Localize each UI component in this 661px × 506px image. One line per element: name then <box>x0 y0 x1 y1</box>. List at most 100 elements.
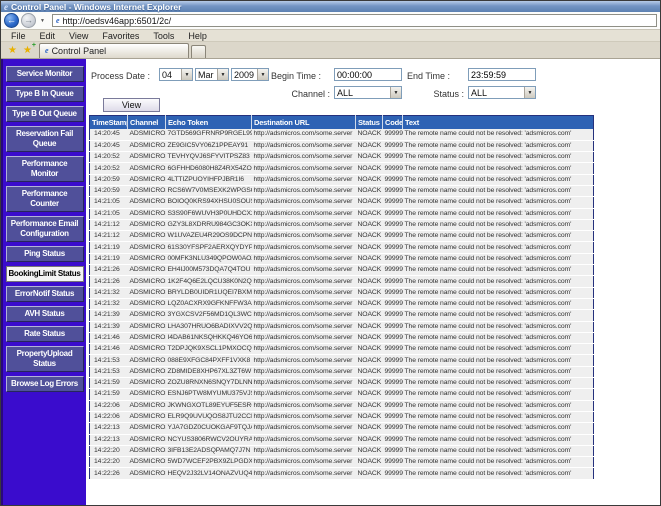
cell-timestamp: 14:20:52 <box>90 163 128 174</box>
recent-pages-dropdown-icon[interactable]: ▼ <box>38 18 47 24</box>
select-arrow-icon[interactable]: ▼ <box>390 87 401 98</box>
table-row: 14:21:32ADSMICROSLQZ0ACXRX9GFKNFFW3ANhtt… <box>90 298 594 309</box>
cell-destination-url: http://adsmicros.com/some.server <box>252 185 356 196</box>
end-time-input[interactable] <box>468 68 536 81</box>
sidebar-button[interactable]: BookingLimit Status <box>6 266 84 282</box>
column-header[interactable]: Status <box>356 116 383 130</box>
cell-status: NOACK <box>356 400 383 411</box>
cell-text: The remote name could not be resolved: '… <box>403 197 594 208</box>
forward-button[interactable]: → <box>21 13 36 28</box>
view-button[interactable]: View <box>103 98 160 112</box>
sidebar-button[interactable]: ErrorNotif Status <box>6 286 84 302</box>
column-header[interactable]: TimeStamp <box>90 116 128 130</box>
select-arrow-icon[interactable]: ▼ <box>217 69 228 80</box>
cell-status: NOACK <box>356 366 383 377</box>
menu-item[interactable]: Tools <box>146 31 181 41</box>
cell-code: 99999 <box>383 332 403 343</box>
select-arrow-icon[interactable]: ▼ <box>181 69 192 80</box>
menu-item[interactable]: View <box>62 31 95 41</box>
cell-destination-url: http://adsmicros.com/some.server <box>252 276 356 287</box>
sidebar-button[interactable]: Performance Email Configuration <box>6 216 84 242</box>
menu-item[interactable]: Help <box>181 31 214 41</box>
cell-status: NOACK <box>356 253 383 264</box>
begin-time-input[interactable] <box>334 68 402 81</box>
address-bar[interactable]: e http://oedsv46app:6501/2c/ <box>52 14 657 27</box>
log-table-body: 14:20:45ADSMICROS7GTD569GFRNRP9RGEL99htt… <box>90 129 594 479</box>
sidebar-button[interactable]: Service Monitor <box>6 66 84 82</box>
cell-text: The remote name could not be resolved: '… <box>403 287 594 298</box>
menu-item[interactable]: Favorites <box>95 31 146 41</box>
cell-echo-token: 4LTTIZPUOYIHFPJBR1I6 <box>166 174 252 185</box>
cell-code: 99999 <box>383 434 403 445</box>
new-tab-button[interactable] <box>191 45 206 58</box>
column-header[interactable]: Echo Token <box>166 116 252 130</box>
add-favorite-plus-glyph: + <box>32 42 36 49</box>
menu-item[interactable]: Edit <box>33 31 63 41</box>
menu-item[interactable]: File <box>4 31 33 41</box>
cell-channel: ADSMICROS <box>128 152 166 163</box>
title-bar: e Control Panel - Windows Internet Explo… <box>1 1 660 12</box>
tab-page-icon: e <box>45 47 49 55</box>
cell-text: The remote name could not be resolved: '… <box>403 389 594 400</box>
table-row: 14:20:59ADSMICROSRCS6W7V0MSEXK2WPGSC6htt… <box>90 185 594 196</box>
cell-status: NOACK <box>356 174 383 185</box>
cell-channel: ADSMICROS <box>128 310 166 321</box>
cell-code: 99999 <box>383 287 403 298</box>
cell-timestamp: 14:20:59 <box>90 174 128 185</box>
cell-code: 99999 <box>383 242 403 253</box>
add-favorite-icon[interactable]: ★+ <box>20 43 35 58</box>
address-url[interactable]: http://oedsv46app:6501/2c/ <box>63 16 172 26</box>
cell-echo-token: 7GTD569GFRNRP9RGEL99 <box>166 129 252 140</box>
cell-echo-token: BRYLDB0UIDR1UQEI7BXM <box>166 287 252 298</box>
sidebar-button[interactable]: PropertyUpload Status <box>6 346 84 372</box>
cell-text: The remote name could not be resolved: '… <box>403 344 594 355</box>
select-arrow-icon[interactable]: ▼ <box>257 69 268 80</box>
cell-status: NOACK <box>356 344 383 355</box>
process-month-select[interactable]: Mar ▼ <box>195 68 229 81</box>
favorites-icon[interactable]: ★ <box>5 43 20 58</box>
sidebar-button[interactable]: Performance Monitor <box>6 156 84 182</box>
cell-status: NOACK <box>356 423 383 434</box>
column-header[interactable]: Code <box>383 116 403 130</box>
process-day-select[interactable]: 04 ▼ <box>159 68 193 81</box>
cell-status: NOACK <box>356 434 383 445</box>
cell-channel: ADSMICROS <box>128 321 166 332</box>
cell-timestamp: 14:21:46 <box>90 344 128 355</box>
sidebar-button[interactable]: Type B Out Queue <box>6 106 84 122</box>
table-row: 14:21:19ADSMICROS61S30YFSPF2AERXQYDYPhtt… <box>90 242 594 253</box>
cell-echo-token: TEVHYQVJ6SFYVITPSZ83 <box>166 152 252 163</box>
cell-echo-token: 088E9XFGC84PXFF1VXK8 <box>166 355 252 366</box>
tab-control-panel[interactable]: e Control Panel <box>39 43 189 58</box>
cell-destination-url: http://adsmicros.com/some.server <box>252 366 356 377</box>
sidebar-button[interactable]: Reservation Fail Queue <box>6 126 84 152</box>
sidebar-button[interactable]: Rate Status <box>6 326 84 342</box>
column-header[interactable]: Destination URL <box>252 116 356 130</box>
cell-channel: ADSMICROS <box>128 366 166 377</box>
column-header[interactable]: Channel <box>128 116 166 130</box>
status-select[interactable]: ALL ▼ <box>468 86 536 99</box>
cell-text: The remote name could not be resolved: '… <box>403 219 594 230</box>
sidebar-button[interactable]: Performance Counter <box>6 186 84 212</box>
select-arrow-icon[interactable]: ▼ <box>524 87 535 98</box>
back-button[interactable]: ← <box>4 13 19 28</box>
sidebar-button[interactable]: Browse Log Errors <box>6 376 84 392</box>
sidebar-button[interactable]: Type B In Queue <box>6 86 84 102</box>
cell-echo-token: ELR9Q9UVUQOS8JTU2CCR <box>166 411 252 422</box>
cell-echo-token: 6GFHHD6080H8Z4RX54ZO <box>166 163 252 174</box>
cell-destination-url: http://adsmicros.com/some.server <box>252 174 356 185</box>
cell-timestamp: 14:22:06 <box>90 411 128 422</box>
cell-timestamp: 14:22:26 <box>90 468 128 479</box>
column-header[interactable]: Text <box>403 116 594 130</box>
cell-text: The remote name could not be resolved: '… <box>403 163 594 174</box>
table-row: 14:21:53ADSMICROS088E9XFGC84PXFF1VXK8htt… <box>90 355 594 366</box>
process-year-select[interactable]: 2009 ▼ <box>231 68 269 81</box>
cell-code: 99999 <box>383 411 403 422</box>
sidebar-button[interactable]: AVH Status <box>6 306 84 322</box>
sidebar-button[interactable]: Ping Status <box>6 246 84 262</box>
table-row: 14:21:46ADSMICROST2DPJQK9XSCL1PMXOCQLhtt… <box>90 344 594 355</box>
channel-select[interactable]: ALL ▼ <box>334 86 402 99</box>
cell-channel: ADSMICROS <box>128 129 166 140</box>
cell-text: The remote name could not be resolved: '… <box>403 242 594 253</box>
cell-destination-url: http://adsmicros.com/some.server <box>252 208 356 219</box>
cell-code: 99999 <box>383 457 403 468</box>
